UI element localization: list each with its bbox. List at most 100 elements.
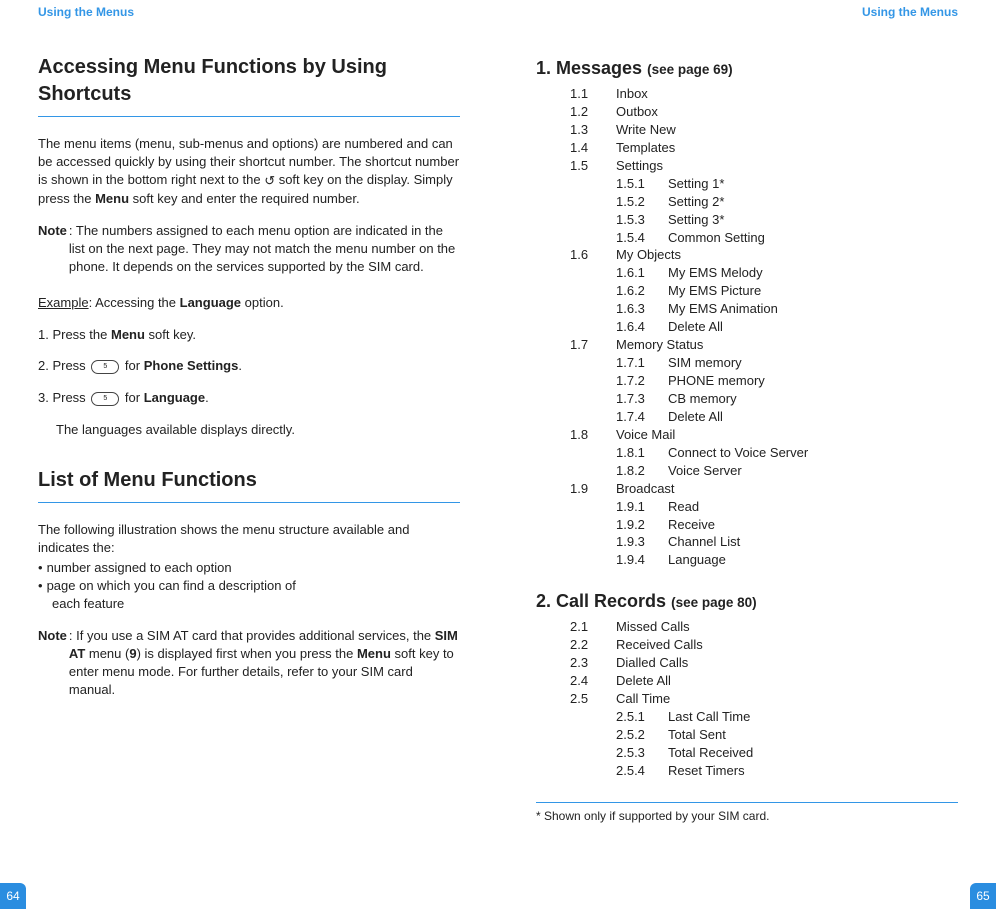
text: for — [121, 390, 143, 405]
submenu-item-number: 1.7.4 — [616, 408, 668, 426]
submenu-item-number: 1.5.3 — [616, 211, 668, 229]
submenu-item-number: 1.7.3 — [616, 390, 668, 408]
submenu-item-label: Setting 3* — [668, 211, 724, 229]
submenu-item: 2.5.2Total Sent — [616, 726, 958, 744]
para-structure: The following illustration shows the men… — [38, 521, 460, 557]
submenu-item: 1.5.1Setting 1* — [616, 175, 958, 193]
menu-item-label: Templates — [616, 139, 675, 157]
menu-item-number: 2.5 — [570, 690, 616, 708]
menu-item-label: Settings — [616, 157, 663, 175]
note-label: Note — [38, 222, 67, 276]
submenu-item-label: Total Sent — [668, 726, 726, 744]
left-page: Using the Menus Accessing Menu Functions… — [0, 0, 498, 909]
menu-item: 2.3Dialled Calls — [570, 654, 958, 672]
text: . — [238, 358, 242, 373]
submenu: 1.8.1Connect to Voice Server1.8.2Voice S… — [570, 444, 958, 480]
menu-item: 1.5Settings — [570, 157, 958, 175]
submenu: 1.5.1Setting 1*1.5.2Setting 2*1.5.3Setti… — [570, 175, 958, 247]
submenu-item: 1.7.4Delete All — [616, 408, 958, 426]
note-label: Note — [38, 627, 67, 699]
submenu-item-label: Last Call Time — [668, 708, 750, 726]
menu-item-number: 1.5 — [570, 157, 616, 175]
submenu-item: 1.7.2PHONE memory — [616, 372, 958, 390]
bullet-list: •number assigned to each option •page on… — [38, 559, 460, 613]
submenu-item-number: 1.9.1 — [616, 498, 668, 516]
submenu-item-number: 1.7.1 — [616, 354, 668, 372]
step-1: 1. Press the Menu soft key. — [38, 326, 460, 344]
text: Phone Settings — [144, 358, 239, 373]
submenu-item-number: 1.9.3 — [616, 533, 668, 551]
note-2: Note : If you use a SIM AT card that pro… — [38, 627, 460, 699]
text: : If you use a SIM AT card that provides… — [69, 628, 435, 643]
menu-item-label: Delete All — [616, 672, 671, 690]
submenu-item-label: PHONE memory — [668, 372, 765, 390]
text: 1. Messages — [536, 58, 642, 78]
messages-list: 1.1Inbox1.2Outbox1.3Write New1.4Template… — [536, 85, 958, 569]
menu-item-number: 1.8 — [570, 426, 616, 444]
menu-item-label: Missed Calls — [616, 618, 690, 636]
menu-item: 1.9Broadcast — [570, 480, 958, 498]
menu-item-number: 1.7 — [570, 336, 616, 354]
menu-item-number: 2.1 — [570, 618, 616, 636]
menu-item-label: Outbox — [616, 103, 658, 121]
text: Language — [144, 390, 205, 405]
text: 3. Press — [38, 390, 89, 405]
submenu: 2.5.1Last Call Time2.5.2Total Sent2.5.3T… — [570, 708, 958, 780]
submenu-item: 1.6.4Delete All — [616, 318, 958, 336]
step-result: The languages available displays directl… — [56, 421, 460, 439]
text: Menu — [357, 646, 391, 661]
submenu-item-number: 1.6.2 — [616, 282, 668, 300]
key-5-icon: 5 — [91, 392, 119, 406]
text: soft key and enter the required number. — [129, 191, 360, 206]
submenu-item-number: 1.6.1 — [616, 264, 668, 282]
bullet-item-cont: each feature — [38, 595, 460, 613]
submenu-item: 1.9.1Read — [616, 498, 958, 516]
bullet-icon: • — [38, 559, 43, 577]
note-body: : If you use a SIM AT card that provides… — [69, 627, 460, 699]
submenu-item-number: 1.5.1 — [616, 175, 668, 193]
submenu-item-label: Reset Timers — [668, 762, 745, 780]
submenu-item-label: Setting 1* — [668, 175, 724, 193]
menu-item-number: 1.1 — [570, 85, 616, 103]
submenu: 1.9.1Read1.9.2Receive1.9.3Channel List1.… — [570, 498, 958, 570]
menu-item-label: My Objects — [616, 246, 681, 264]
text: menu ( — [85, 646, 129, 661]
section-messages-title: 1. Messages (see page 69) — [536, 58, 958, 79]
submenu-item-number: 2.5.3 — [616, 744, 668, 762]
text: 2. Press — [38, 358, 89, 373]
text: for — [121, 358, 143, 373]
submenu-item-label: Read — [668, 498, 699, 516]
submenu-item-number: 2.5.4 — [616, 762, 668, 780]
bullet-item: •number assigned to each option — [38, 559, 460, 577]
submenu-item-label: Receive — [668, 516, 715, 534]
submenu: 1.7.1SIM memory1.7.2PHONE memory1.7.3CB … — [570, 354, 958, 426]
submenu-item-number: 1.9.2 — [616, 516, 668, 534]
step-2: 2. Press 5 for Phone Settings. — [38, 357, 460, 375]
menu-item: 2.5Call Time — [570, 690, 958, 708]
menu-item-number: 1.3 — [570, 121, 616, 139]
submenu-item-label: Language — [668, 551, 726, 569]
menu-item: 1.4Templates — [570, 139, 958, 157]
submenu-item: 1.7.3CB memory — [616, 390, 958, 408]
menu-item-label: Write New — [616, 121, 676, 139]
heading-accessing-shortcuts: Accessing Menu Functions by Using Shortc… — [38, 54, 460, 108]
submenu: 1.6.1My EMS Melody1.6.2My EMS Picture1.6… — [570, 264, 958, 336]
rule — [536, 802, 958, 803]
menu-item-number: 2.4 — [570, 672, 616, 690]
running-head-right: Using the Menus — [536, 5, 958, 54]
menu-item-label: Voice Mail — [616, 426, 675, 444]
submenu-item: 1.9.4Language — [616, 551, 958, 569]
submenu-item-number: 1.8.1 — [616, 444, 668, 462]
menu-item: 2.4Delete All — [570, 672, 958, 690]
menu-item: 2.1Missed Calls — [570, 618, 958, 636]
page-number-left: 64 — [0, 883, 26, 909]
submenu-item: 1.8.2Voice Server — [616, 462, 958, 480]
example-line: Example: Accessing the Language option. — [38, 294, 460, 312]
submenu-item-number: 2.5.2 — [616, 726, 668, 744]
submenu-item-number: 1.9.4 — [616, 551, 668, 569]
text: 9 — [129, 646, 136, 661]
text: ) is displayed first when you press the — [137, 646, 357, 661]
submenu-item-number: 1.5.2 — [616, 193, 668, 211]
menu-item: 1.7Memory Status — [570, 336, 958, 354]
submenu-item: 1.9.3Channel List — [616, 533, 958, 551]
